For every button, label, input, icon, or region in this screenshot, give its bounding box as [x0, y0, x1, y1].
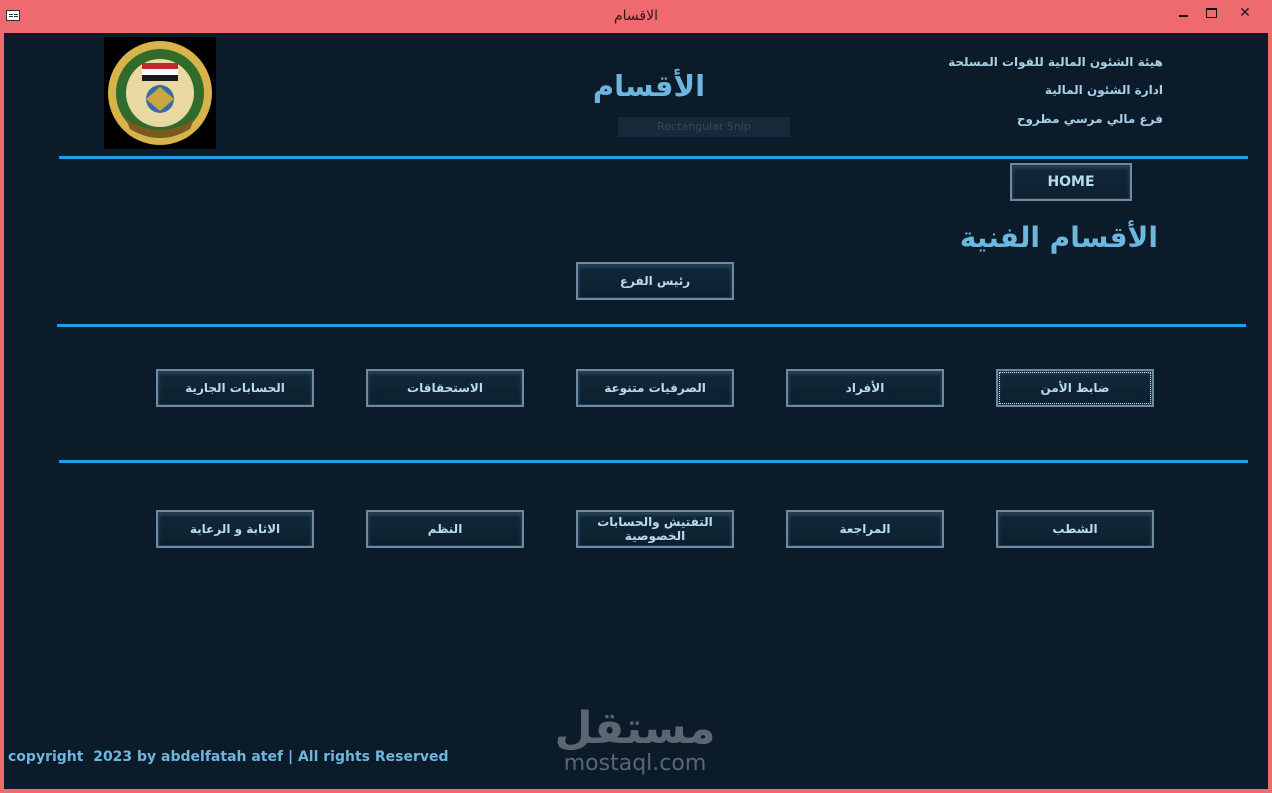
inspection-button[interactable]: التفتيش والحسابات الخصوصية: [576, 510, 734, 548]
section-title: الأقسام الفنية: [959, 221, 1158, 254]
org-line-2: ادارة الشئون المالية: [1044, 83, 1163, 97]
divider: [59, 460, 1248, 463]
systems-button[interactable]: النظم: [366, 510, 524, 548]
personnel-button[interactable]: الأفراد: [786, 369, 944, 407]
org-line-1: هيئة الشئون المالية للقوات المسلحة: [948, 55, 1163, 69]
security-officer-button[interactable]: ضابط الأمن: [996, 369, 1154, 407]
rewards-care-button[interactable]: الاثابة و الرعاية: [156, 510, 314, 548]
snip-label: Rectangular Snip: [618, 117, 790, 137]
window-title: الاقسام: [614, 8, 658, 24]
form-body: هيئة الشئون المالية للقوات المسلحة ادارة…: [4, 33, 1268, 789]
divider: [57, 324, 1246, 327]
page-title: الأقسام: [592, 69, 706, 103]
write-off-button[interactable]: الشطب: [996, 510, 1154, 548]
entitlements-button[interactable]: الاستحقاقات: [366, 369, 524, 407]
logo: [104, 37, 216, 149]
misc-expenses-button[interactable]: الصرفيات متنوعة: [576, 369, 734, 407]
divider: [59, 156, 1248, 159]
current-accounts-button[interactable]: الحسابات الجارية: [156, 369, 314, 407]
home-button[interactable]: HOME: [1010, 163, 1132, 201]
maximize-icon[interactable]: [1196, 4, 1226, 22]
watermark-logo: مستقل: [554, 703, 716, 754]
close-icon[interactable]: ✕: [1230, 4, 1260, 22]
org-line-3: فرع مالي مرسي مطروح: [1016, 112, 1163, 126]
copyright-text: copyright 2023 by abdelfatah atef | All …: [8, 749, 449, 765]
emblem-icon: [108, 41, 212, 145]
review-button[interactable]: المراجعة: [786, 510, 944, 548]
window-titlebar: الاقسام ✕: [0, 0, 1272, 33]
minimize-icon[interactable]: [1168, 4, 1198, 22]
watermark-domain: mostaql.com: [563, 751, 707, 776]
branch-head-button[interactable]: رئيس الفرع: [576, 262, 734, 300]
